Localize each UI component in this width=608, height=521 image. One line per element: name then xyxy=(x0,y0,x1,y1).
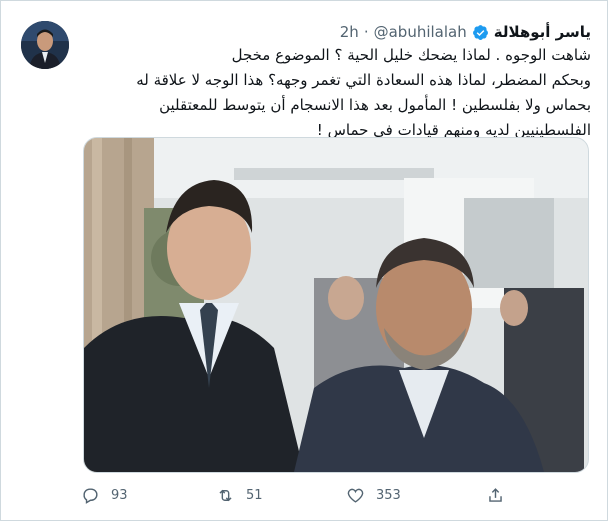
tweet-card[interactable]: ياسر أبوهلالة @abuhilalah · 2h شاهت الوج… xyxy=(0,0,608,521)
share-icon xyxy=(489,487,502,502)
retweet-button[interactable]: 51 xyxy=(216,485,263,505)
separator-dot: · xyxy=(363,23,369,41)
author-name[interactable]: ياسر أبوهلالة xyxy=(494,23,591,41)
retweet-count: 51 xyxy=(246,487,263,503)
tweet-text-line: شاهت الوجوه . لماذا يضحك خليل الحية ؟ ال… xyxy=(231,46,591,64)
author-avatar[interactable] xyxy=(21,21,69,69)
tweet-header: ياسر أبوهلالة @abuhilalah · 2h xyxy=(81,21,591,43)
tweet-text-line: وبحكم المضطر، لماذا هذه السعادة التي تغم… xyxy=(136,71,591,89)
like-count: 353 xyxy=(376,487,401,503)
reply-count: 93 xyxy=(111,487,128,503)
retweet-icon xyxy=(219,489,232,501)
photo-illustration xyxy=(84,138,588,472)
reply-button[interactable]: 93 xyxy=(81,485,128,505)
tweet-text: شاهت الوجوه . لماذا يضحك خليل الحية ؟ ال… xyxy=(81,43,591,143)
verified-badge-icon xyxy=(472,24,488,40)
tweet-timestamp[interactable]: 2h xyxy=(340,23,359,41)
reply-icon xyxy=(83,487,98,504)
share-button[interactable] xyxy=(486,485,505,505)
author-handle[interactable]: @abuhilalah xyxy=(374,23,467,41)
tweet-actions: 93 51 353 xyxy=(81,485,511,505)
like-button[interactable]: 353 xyxy=(346,485,401,505)
heart-icon xyxy=(347,488,364,503)
tweet-text-line: بحماس ولا بفلسطين ! المأمول بعد هذا الان… xyxy=(159,96,591,114)
tweet-photo[interactable] xyxy=(83,137,589,473)
